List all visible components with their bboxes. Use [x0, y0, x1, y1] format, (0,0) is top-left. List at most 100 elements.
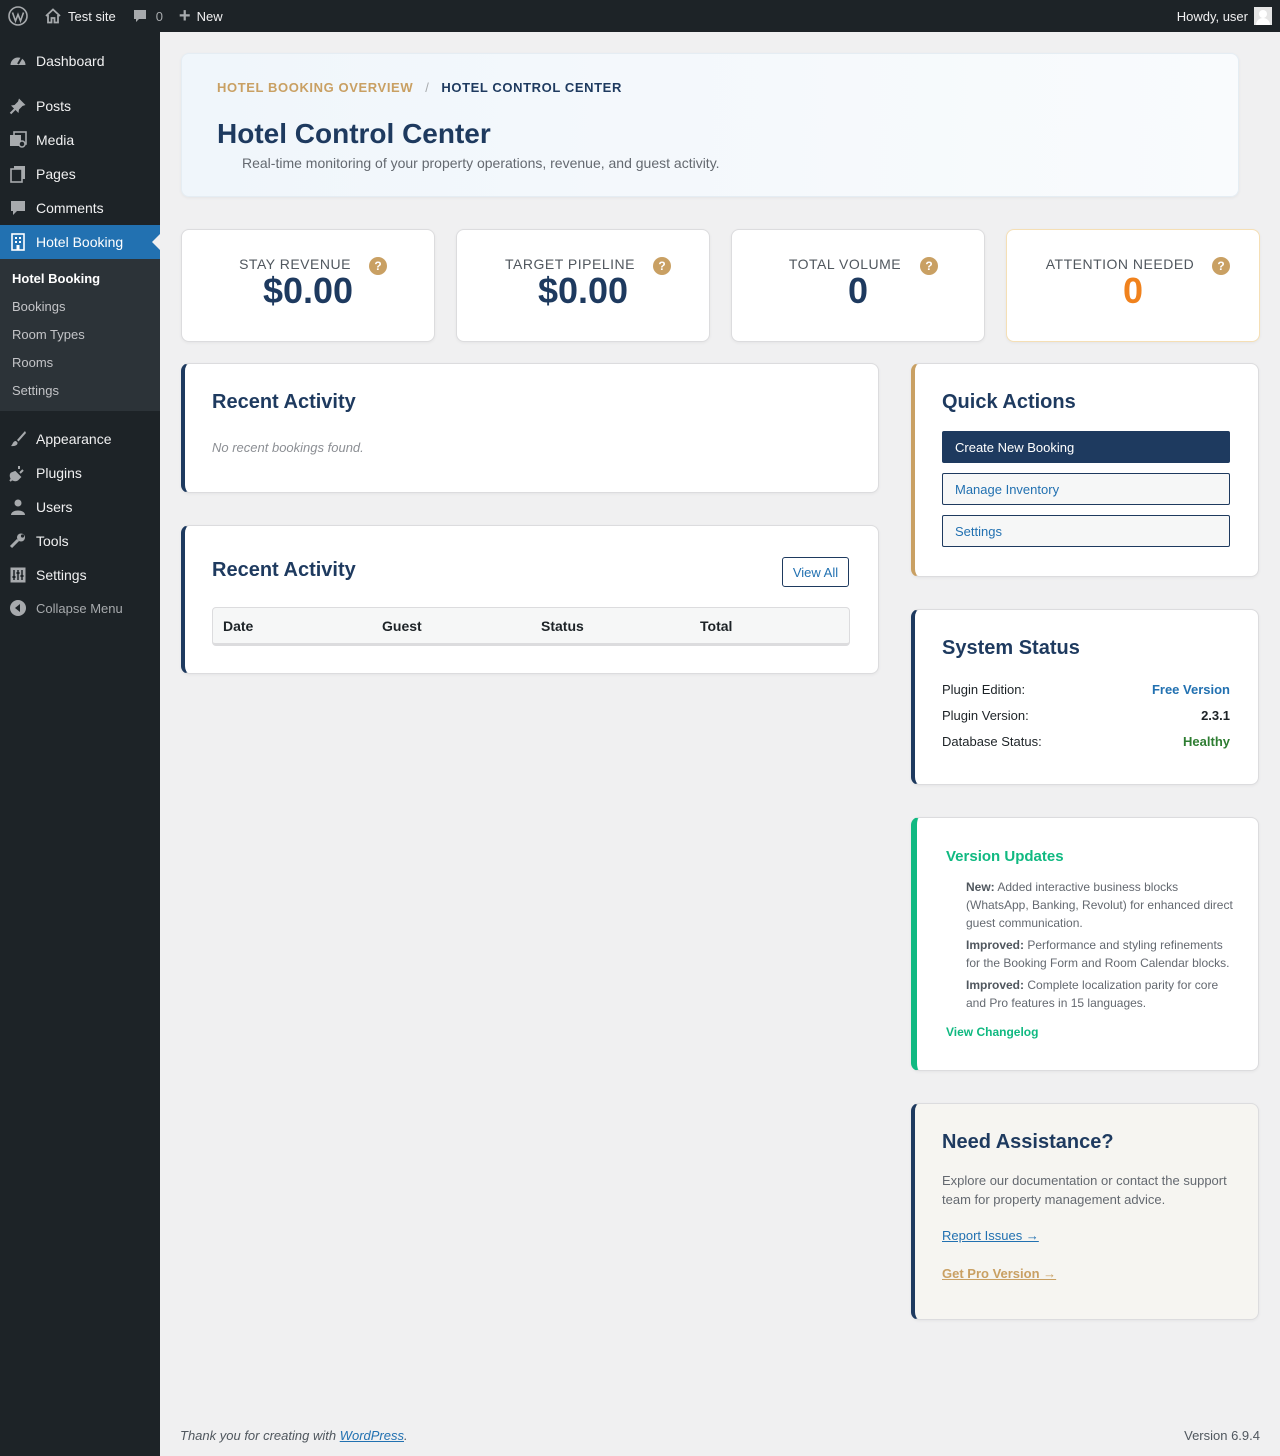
view-changelog-link[interactable]: View Changelog — [946, 1025, 1038, 1039]
new-content-link[interactable]: + New — [171, 0, 231, 32]
collapse-menu-label: Collapse Menu — [36, 600, 123, 616]
building-icon — [0, 233, 36, 251]
hotel-booking-submenu: Hotel Booking Bookings Room Types Rooms … — [0, 259, 160, 411]
sidebar-item-tools[interactable]: Tools — [0, 524, 160, 558]
page-subtitle: Real-time monitoring of your property op… — [242, 155, 720, 171]
status-value: Free Version — [1151, 682, 1230, 697]
update-list: New: Added interactive business blocks (… — [966, 878, 1234, 1016]
comment-bubble-icon — [133, 10, 146, 22]
submenu-item-bookings[interactable]: Bookings — [12, 292, 65, 320]
footer-thanks: Thank you for creating with WordPress. — [180, 1428, 408, 1443]
submenu-item-settings[interactable]: Settings — [12, 376, 59, 404]
submenu-item-rooms[interactable]: Rooms — [12, 348, 53, 376]
status-value: Healthy — [1183, 734, 1230, 749]
footer-thanks-prefix: Thank you for creating with — [180, 1428, 337, 1443]
sidebar-item-comments[interactable]: Comments — [0, 191, 160, 225]
comment-icon — [0, 199, 36, 217]
sidebar-item-label: Settings — [36, 567, 87, 583]
sidebar-item-label: Appearance — [36, 431, 112, 447]
breadcrumb-current: HOTEL CONTROL CENTER — [441, 80, 622, 95]
howdy-text: Howdy, user — [1176, 8, 1248, 24]
recent-activity-panel: Recent Activity No recent bookings found… — [181, 363, 879, 493]
quick-actions-panel: Quick Actions Create New Booking Manage … — [911, 363, 1259, 577]
sidebar-item-label: Hotel Booking — [36, 234, 124, 250]
update-text: Added interactive business blocks (Whats… — [966, 880, 1233, 930]
bookings-table: Date Guest Status Total — [212, 607, 850, 646]
column-header-total[interactable]: Total — [700, 618, 732, 634]
collapse-menu-button[interactable]: Collapse Menu — [0, 591, 160, 625]
plus-icon: + — [178, 5, 191, 27]
get-pro-link[interactable]: Get Pro Version → — [942, 1266, 1056, 1281]
sidebar-item-plugins[interactable]: Plugins — [0, 456, 160, 490]
column-header-guest[interactable]: Guest — [382, 618, 422, 634]
page-header: HOTEL BOOKING OVERVIEW / HOTEL CONTROL C… — [181, 53, 1239, 197]
sidebar-item-posts[interactable]: Posts — [0, 89, 160, 123]
footer-thanks-suffix: . — [404, 1428, 408, 1443]
sidebar-item-dashboard[interactable]: Dashboard — [0, 44, 160, 78]
panel-title: Recent Activity — [212, 559, 356, 581]
stat-card-total-volume: TOTAL VOLUME ? 0 — [731, 229, 985, 342]
update-item: New: Added interactive business blocks (… — [966, 878, 1234, 932]
status-row-edition: Plugin Edition: Free Version — [942, 682, 1230, 697]
sidebar-item-label: Users — [36, 499, 73, 515]
assistance-panel: Need Assistance? Explore our documentati… — [911, 1103, 1259, 1320]
assistance-text: Explore our documentation or contact the… — [942, 1173, 1227, 1207]
new-label: New — [196, 8, 223, 24]
sidebar-item-hotel-booking[interactable]: Hotel Booking — [0, 225, 160, 259]
media-icon — [0, 131, 36, 149]
sidebar-item-settings[interactable]: Settings — [0, 558, 160, 592]
version-updates-panel: Version Updates New: Added interactive b… — [911, 817, 1259, 1071]
panel-title: System Status — [942, 637, 1080, 659]
sidebar-item-label: Comments — [36, 200, 104, 216]
stat-value: $0.00 — [537, 270, 629, 311]
panel-title: Need Assistance? — [942, 1131, 1114, 1153]
admin-sidebar: Dashboard Posts Media Pages Comments Hot… — [0, 32, 160, 1456]
stat-card-attention-needed: ATTENTION NEEDED ? 0 — [1006, 229, 1260, 342]
settings-icon — [0, 566, 36, 584]
update-tag: Improved: — [966, 938, 1025, 952]
comments-link[interactable]: 0 — [124, 0, 171, 32]
sidebar-item-users[interactable]: Users — [0, 490, 160, 524]
create-booking-button[interactable]: Create New Booking — [942, 431, 1230, 463]
admin-bar: Test site 0 + New Howdy, user — [0, 0, 1280, 32]
site-name-link[interactable]: Test site — [36, 0, 124, 32]
status-label: Plugin Version: — [942, 708, 1029, 723]
sidebar-item-label: Plugins — [36, 465, 82, 481]
brush-icon — [0, 430, 36, 448]
view-all-button[interactable]: View All — [782, 557, 849, 587]
account-menu[interactable]: Howdy, user — [1177, 7, 1280, 25]
page-title: Hotel Control Center — [217, 118, 491, 149]
stat-value: 0 — [1122, 270, 1144, 311]
status-row-version: Plugin Version: 2.3.1 — [942, 708, 1230, 723]
stat-value: $0.00 — [262, 270, 354, 311]
wordpress-link[interactable]: WordPress — [340, 1428, 404, 1443]
report-issues-link[interactable]: Report Issues → — [942, 1228, 1039, 1243]
sidebar-item-label: Dashboard — [36, 53, 105, 69]
breadcrumb-parent-link[interactable]: HOTEL BOOKING OVERVIEW — [217, 80, 413, 95]
home-icon — [45, 8, 61, 24]
wordpress-logo-link[interactable] — [0, 0, 36, 32]
status-label: Plugin Edition: — [942, 682, 1026, 697]
sidebar-item-appearance[interactable]: Appearance — [0, 422, 160, 456]
sidebar-item-label: Media — [36, 132, 75, 148]
stat-card-target-pipeline: TARGET PIPELINE ? $0.00 — [456, 229, 710, 342]
sidebar-item-label: Pages — [36, 166, 76, 182]
version-updates-title: Version Updates — [946, 848, 1064, 865]
panel-title: Quick Actions — [942, 391, 1076, 413]
settings-button[interactable]: Settings — [942, 515, 1230, 547]
update-tag: New: — [966, 880, 995, 894]
sidebar-item-label: Posts — [36, 98, 72, 114]
empty-message: No recent bookings found. — [212, 440, 364, 455]
submenu-item-hotel-booking[interactable]: Hotel Booking — [12, 264, 100, 292]
breadcrumb-separator: / — [425, 80, 430, 95]
column-header-status[interactable]: Status — [541, 618, 584, 634]
sidebar-item-pages[interactable]: Pages — [0, 157, 160, 191]
status-label: Database Status: — [942, 734, 1042, 749]
wrench-icon — [0, 532, 36, 550]
sidebar-item-media[interactable]: Media — [0, 123, 160, 157]
status-value: 2.3.1 — [1201, 708, 1230, 723]
submenu-item-room-types[interactable]: Room Types — [12, 320, 85, 348]
column-header-date[interactable]: Date — [223, 618, 253, 634]
stat-card-stay-revenue: STAY REVENUE ? $0.00 — [181, 229, 435, 342]
manage-inventory-button[interactable]: Manage Inventory — [942, 473, 1230, 505]
